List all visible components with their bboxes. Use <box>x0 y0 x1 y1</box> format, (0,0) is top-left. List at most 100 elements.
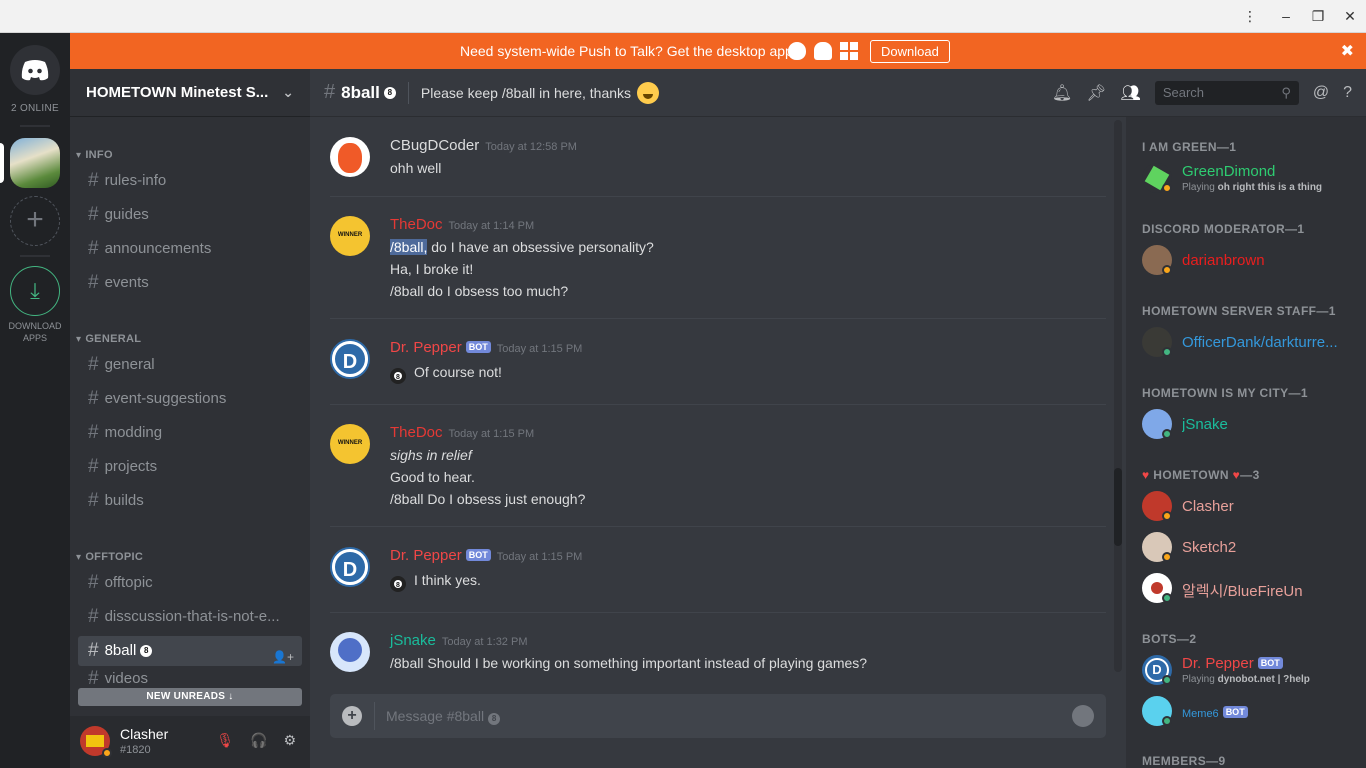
download-button[interactable]: Download <box>870 40 950 63</box>
bell-icon[interactable]: 🔔︎ <box>1052 83 1072 103</box>
guild-icon-hometown[interactable] <box>10 138 60 188</box>
channel-guides[interactable]: # guides <box>78 200 302 230</box>
status-online-icon <box>1162 429 1172 439</box>
minimize-icon[interactable]: – <box>1276 6 1296 26</box>
banner-close-icon[interactable]: ✖ <box>1341 41 1354 61</box>
role-header: BOTS—2 <box>1142 632 1197 646</box>
download-apps-label: DOWNLOAD APPS <box>8 321 62 343</box>
channel-disscussion[interactable]: # disscussion-that-is-not-e... <box>78 602 302 632</box>
category-info[interactable]: INFO <box>76 149 113 161</box>
bot-tag: BOT <box>465 549 491 561</box>
member-item[interactable]: 알렉시/BlueFireUn <box>1142 571 1362 607</box>
channel-event-suggestions[interactable]: # event-suggestions <box>78 384 302 414</box>
search-input[interactable]: Search ⚲ <box>1154 81 1299 105</box>
message-author[interactable]: Dr. Pepper BOT Today at 1:15 PM <box>390 547 582 564</box>
member-item[interactable]: D Dr. Pepper BOT Playing dynobot.net | ?h… <box>1142 653 1362 689</box>
channel-events[interactable]: # events <box>78 268 302 298</box>
server-header[interactable]: HOMETOWN Minetest S... ⌄ <box>70 69 310 117</box>
avatar[interactable] <box>330 632 370 672</box>
headphones-icon[interactable]: 🎧 <box>250 732 267 749</box>
download-apps-icon[interactable]: ⤓ <box>10 266 60 316</box>
hash-icon: # <box>88 490 99 511</box>
status-online-icon <box>1162 593 1172 603</box>
server-name: HOMETOWN Minetest S... <box>86 84 269 101</box>
chat-header: # 8ball 8 Please keep /8ball in here, th… <box>310 69 1366 117</box>
member-list: I AM GREEN—1 GreenDimond Playing oh righ… <box>1126 117 1366 768</box>
hash-icon: # <box>88 670 99 688</box>
upload-plus-icon[interactable]: + <box>342 706 362 726</box>
add-member-icon[interactable]: 👤+ <box>272 642 294 666</box>
channel-general[interactable]: # general <box>78 350 302 380</box>
chevron-down-icon[interactable]: ⌄ <box>282 84 294 101</box>
hash-icon: # <box>324 81 336 103</box>
message-author[interactable]: Dr. Pepper BOT Today at 1:15 PM <box>390 339 582 356</box>
message-scrollbar[interactable] <box>1114 120 1122 672</box>
role-header: ♥ HOMETOWN ♥—3 <box>1142 468 1260 482</box>
scrollbar-thumb[interactable] <box>1114 468 1122 546</box>
member-item[interactable]: OfficerDank/darkturre... <box>1142 325 1362 361</box>
member-name: Dr. Pepper BOT <box>1182 655 1362 672</box>
avatar[interactable] <box>330 216 370 256</box>
eight-ball-icon: 8 <box>383 86 396 99</box>
channel-8ball[interactable]: #8ball 8 👤+ <box>78 636 302 666</box>
message-input[interactable]: Message #8ball 8 <box>386 708 501 725</box>
member-item[interactable]: darianbrown <box>1142 243 1362 279</box>
avatar[interactable] <box>330 339 370 379</box>
channel-topic: Please keep /8ball in here, thanks <box>421 81 660 104</box>
member-activity: Playing dynobot.net | ?help <box>1182 674 1310 685</box>
member-item[interactable]: GreenDimond Playing oh right this is a t… <box>1142 161 1362 197</box>
message-text: 8 Of course not! <box>390 364 502 384</box>
member-name: 알렉시/BlueFireUn <box>1182 583 1303 600</box>
channel-rules-info[interactable]: # rules-info <box>78 166 302 196</box>
status-online-icon <box>1162 347 1172 357</box>
member-item[interactable]: Clasher <box>1142 489 1362 525</box>
message-timestamp: Today at 1:15 PM <box>496 343 583 355</box>
member-name: Clasher <box>1182 498 1234 515</box>
member-item[interactable]: Sketch2 <box>1142 530 1362 566</box>
message-author[interactable]: jSnake Today at 1:32 PM <box>390 632 527 649</box>
help-icon[interactable]: ? <box>1343 84 1352 102</box>
message-composer[interactable]: + Message #8ball 8 <box>330 694 1106 738</box>
category-general[interactable]: GENERAL <box>76 333 141 345</box>
channel-projects[interactable]: # projects <box>78 452 302 482</box>
member-activity: Playing oh right this is a thing <box>1182 182 1323 193</box>
channel-videos[interactable]: # videos <box>78 670 302 688</box>
avatar[interactable] <box>330 137 370 177</box>
mention-icon[interactable]: @ <box>1313 84 1329 102</box>
channel-announcements[interactable]: # announcements <box>78 234 302 264</box>
message-divider <box>330 404 1106 405</box>
message-author[interactable]: TheDoc Today at 1:15 PM <box>390 424 534 441</box>
channel-offtopic[interactable]: # offtopic <box>78 568 302 598</box>
message-timestamp: Today at 1:15 PM <box>448 428 535 440</box>
discord-home-button[interactable] <box>10 45 60 95</box>
pin-icon[interactable]: 📌︎ <box>1086 83 1106 103</box>
hash-icon: # <box>88 422 99 443</box>
add-server-icon[interactable]: + <box>10 196 60 246</box>
platform-icons <box>788 42 858 60</box>
eight-ball-icon: 8 <box>488 713 501 725</box>
message-author[interactable]: CBugDCoder Today at 12:58 PM <box>390 137 577 154</box>
member-item[interactable]: Meme6 BOT <box>1142 694 1362 730</box>
gear-icon[interactable]: ⚙ <box>283 732 296 749</box>
message-text: 8I think yes. <box>390 572 481 592</box>
avatar[interactable] <box>330 424 370 464</box>
hash-icon: # <box>88 204 99 225</box>
channel-sidebar: HOMETOWN Minetest S... ⌄ INFO #rules-inf… <box>70 69 310 768</box>
status-idle-icon <box>1162 183 1172 193</box>
mic-muted-icon[interactable]: 🎙 <box>216 732 234 749</box>
apple-icon <box>788 42 806 60</box>
category-offtopic[interactable]: OFFTOPIC <box>76 551 143 563</box>
channel-modding[interactable]: # modding <box>78 418 302 448</box>
close-window-icon[interactable]: ✕ <box>1340 6 1360 26</box>
channel-builds[interactable]: # builds <box>78 486 302 516</box>
members-icon[interactable]: 👥︎ <box>1121 83 1141 103</box>
emoji-picker-icon[interactable] <box>1072 705 1094 727</box>
member-item[interactable]: jSnake <box>1142 407 1362 443</box>
more-vertical-icon[interactable]: ⋮ <box>1240 6 1260 26</box>
restore-icon[interactable]: ❐ <box>1308 6 1328 26</box>
message-text: Ha, I broke it! <box>390 261 474 277</box>
avatar[interactable] <box>330 547 370 587</box>
message-author[interactable]: TheDoc Today at 1:14 PM <box>390 216 534 233</box>
android-icon <box>814 42 832 60</box>
new-unreads-bar[interactable]: NEW UNREADS ↓ <box>78 688 302 706</box>
